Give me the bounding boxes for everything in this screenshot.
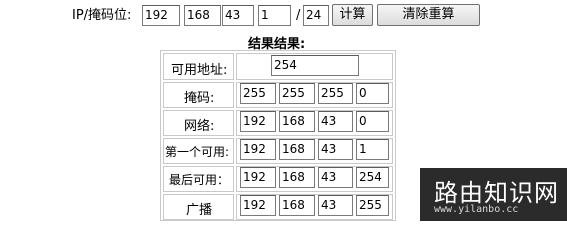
- network-label: 网络:: [184, 119, 215, 134]
- clear-recalculate-button[interactable]: 清除重算: [377, 4, 480, 26]
- mask-octet-2-field[interactable]: 255: [279, 83, 315, 104]
- first-usable-octet-4-field[interactable]: 1: [356, 139, 389, 160]
- ip-octet-3-input[interactable]: 43: [222, 5, 254, 26]
- first-usable-octet-2-field[interactable]: 168: [279, 139, 315, 160]
- broadcast-octet-2-field[interactable]: 168: [279, 195, 315, 216]
- last-usable-octet-2-field[interactable]: 168: [279, 167, 315, 188]
- watermark-url: www.yilanbo.cc: [434, 204, 519, 215]
- usable-count-label: 可用地址:: [171, 63, 228, 78]
- ip-mask-label: IP/掩码位:: [72, 8, 132, 23]
- last-usable-octet-3-field[interactable]: 43: [318, 167, 353, 188]
- network-octet-4-field[interactable]: 0: [356, 111, 389, 132]
- last-usable-label: 最后可用：: [169, 173, 230, 187]
- mask-octet-1-field[interactable]: 255: [240, 83, 276, 104]
- last-usable-octet-1-field[interactable]: 192: [240, 167, 276, 188]
- ip-octet-1-input[interactable]: 192: [142, 5, 180, 26]
- slash-separator: /: [296, 8, 301, 23]
- usable-count-label-cell: 可用地址:: [163, 53, 234, 80]
- last-usable-octet-4-field[interactable]: 254: [356, 167, 389, 188]
- mask-octet-4-field[interactable]: 0: [356, 83, 389, 104]
- network-octet-1-field[interactable]: 192: [240, 111, 276, 132]
- broadcast-label: 广播: [186, 203, 213, 218]
- broadcast-octet-3-field[interactable]: 43: [318, 195, 353, 216]
- first-usable-octet-1-field[interactable]: 192: [240, 139, 276, 160]
- mask-octet-3-field[interactable]: 255: [318, 83, 353, 104]
- usable-count-field[interactable]: 254: [271, 55, 359, 76]
- network-octet-3-field[interactable]: 43: [318, 111, 353, 132]
- mask-label: 掩码:: [184, 91, 215, 106]
- mask-bits-input[interactable]: 24: [303, 5, 329, 26]
- watermark-title: 路由知识网: [434, 179, 559, 207]
- broadcast-octet-1-field[interactable]: 192: [240, 195, 276, 216]
- broadcast-octet-4-field[interactable]: 255: [356, 195, 389, 216]
- ip-octet-4-input[interactable]: 1: [258, 5, 291, 26]
- network-octet-2-field[interactable]: 168: [279, 111, 315, 132]
- first-usable-octet-3-field[interactable]: 43: [318, 139, 353, 160]
- ip-octet-2-input[interactable]: 168: [184, 5, 221, 26]
- watermark-banner: 路由知识网 www.yilanbo.cc: [420, 168, 567, 221]
- row-label-cell: 最后可用：: [163, 166, 234, 192]
- first-usable-label: 第一个可用:: [165, 145, 230, 159]
- row-label-cell: 网络:: [163, 110, 234, 136]
- row-label-cell: 广播: [163, 194, 234, 220]
- row-label-cell: 第一个可用:: [163, 138, 234, 164]
- calculate-button[interactable]: 计算: [332, 4, 373, 26]
- row-label-cell: 掩码:: [163, 82, 234, 108]
